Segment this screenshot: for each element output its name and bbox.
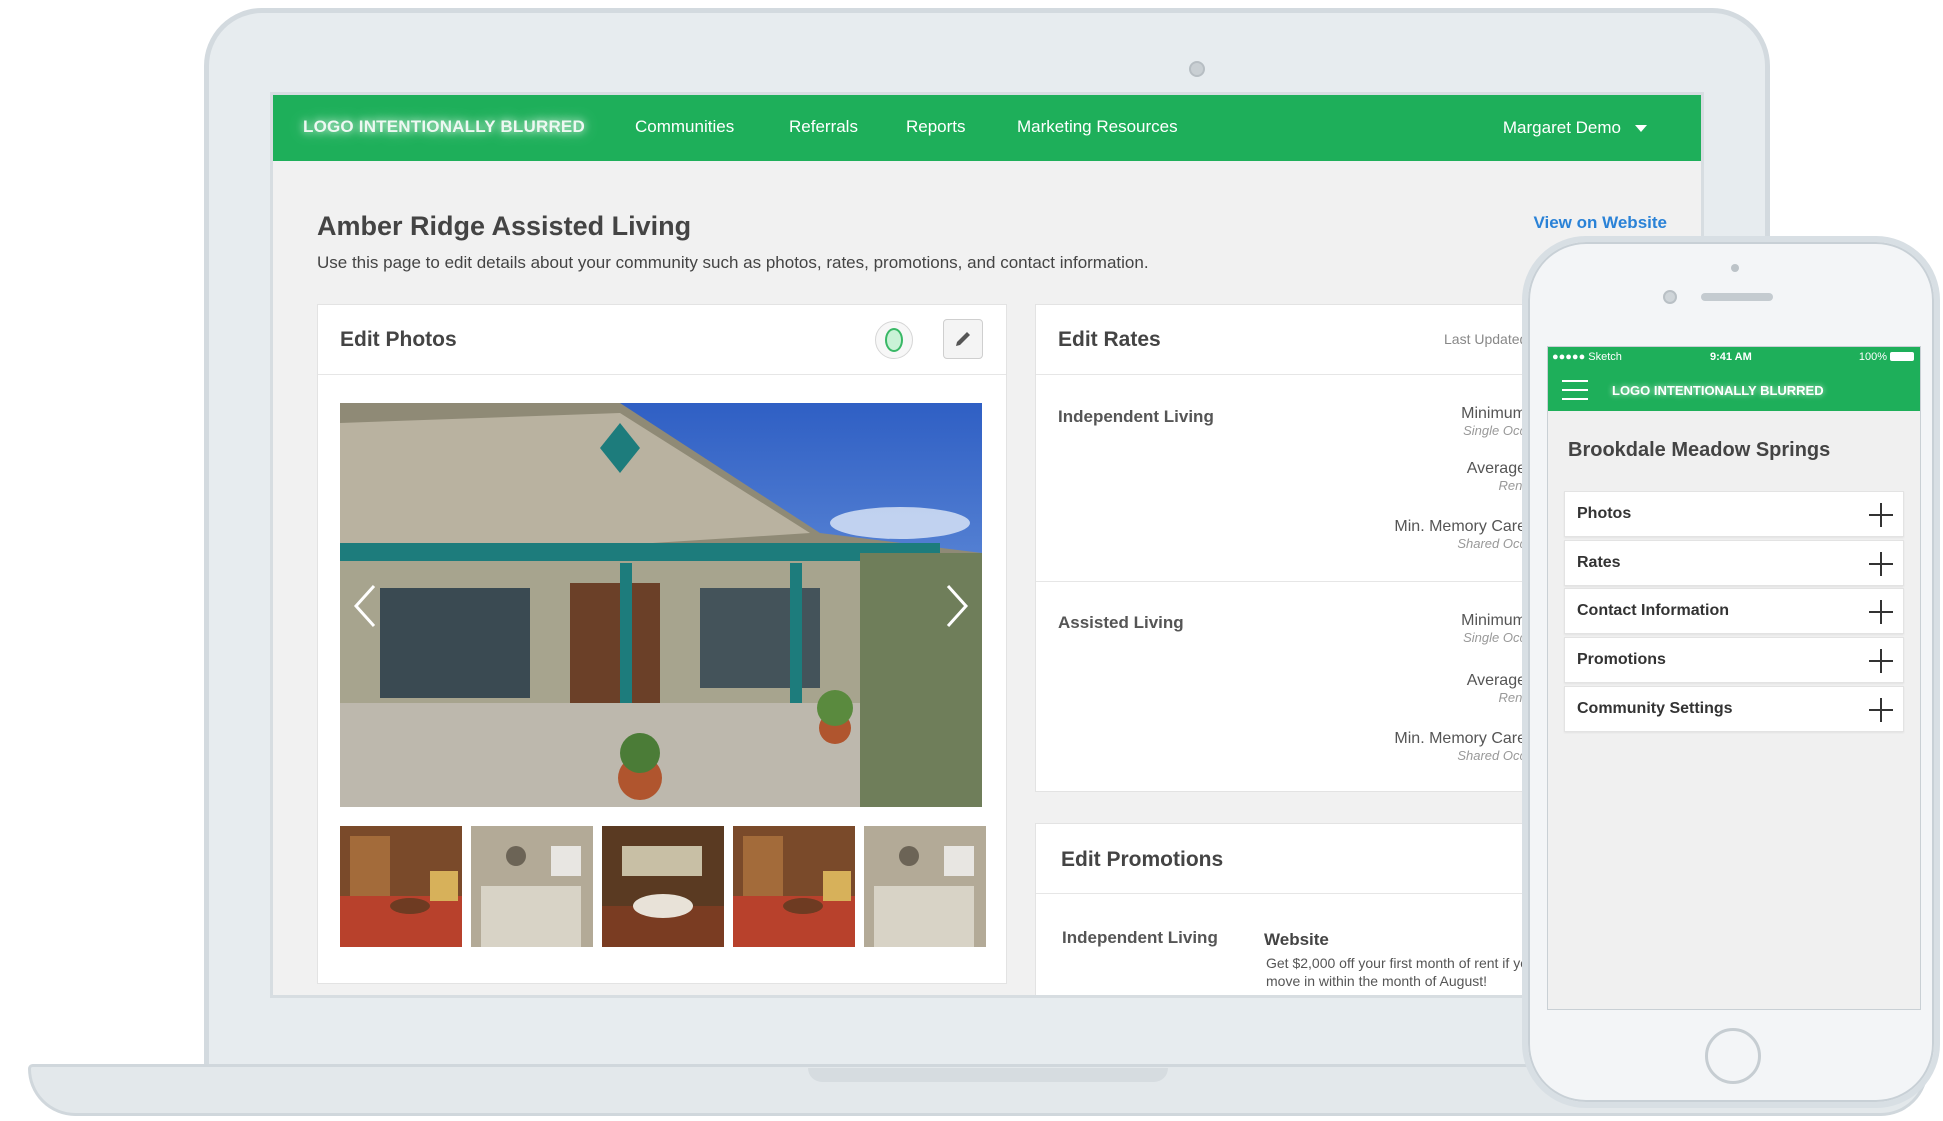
rate-row[interactable]: Min. Memory Care Shared Occ: [1394, 730, 1526, 763]
accordion-promotions[interactable]: Promotions: [1564, 637, 1904, 683]
nav-reports[interactable]: Reports: [906, 117, 966, 137]
battery-label: 100%: [1858, 351, 1887, 363]
nav-marketing-resources[interactable]: Marketing Resources: [1017, 117, 1178, 137]
rate-note: Rent: [1498, 478, 1526, 493]
page-subtitle: Use this page to edit details about your…: [317, 253, 1149, 272]
accordion-contact-information[interactable]: Contact Information: [1564, 588, 1904, 634]
rate-row[interactable]: Minimum Single Occ: [1461, 405, 1526, 438]
rate-row[interactable]: Average Rent: [1467, 460, 1526, 493]
mobile-navbar: LOGO INTENTIONALLY BLURRED: [1548, 369, 1920, 411]
card-title: Edit Photos: [340, 328, 457, 351]
thumbnail[interactable]: [733, 826, 855, 947]
thumbnail[interactable]: [602, 826, 724, 947]
phone-speaker: [1701, 293, 1773, 301]
thumbnail[interactable]: [864, 826, 986, 947]
mobile-page-title: Brookdale Meadow Springs: [1568, 439, 1831, 461]
rate-row[interactable]: Minimum Single Occ: [1461, 612, 1526, 645]
laptop-camera: [1189, 61, 1205, 77]
card-title: Edit Promotions: [1061, 848, 1224, 871]
phone-camera: [1663, 290, 1677, 304]
promo-section-label: Independent Living: [1062, 928, 1218, 947]
edit-button[interactable]: [943, 319, 983, 359]
promo-source: Website: [1264, 930, 1329, 949]
accordion-label: Contact Information: [1577, 602, 1729, 619]
accordion-label: Community Settings: [1577, 700, 1733, 717]
phone-sensor: [1731, 264, 1739, 272]
plus-icon: [1869, 503, 1893, 527]
rate-row[interactable]: Average Rent: [1467, 672, 1526, 705]
accordion-photos[interactable]: Photos: [1564, 491, 1904, 537]
accordion-label: Rates: [1577, 554, 1621, 571]
rate-name: Average: [1466, 460, 1526, 477]
top-navigation: LOGO INTENTIONALLY BLURRED Communities R…: [273, 95, 1701, 161]
rate-name: Min. Memory Care: [1394, 518, 1526, 535]
main-photo: [340, 403, 982, 807]
accordion-rates[interactable]: Rates: [1564, 540, 1904, 586]
thumbnail[interactable]: [340, 826, 462, 947]
nav-referrals[interactable]: Referrals: [789, 117, 858, 137]
rate-note: Single Occ: [1463, 423, 1526, 438]
user-menu[interactable]: Margaret Demo: [1503, 118, 1647, 138]
rate-section-label: Independent Living: [1058, 407, 1214, 426]
rate-name: Min. Memory Care: [1394, 730, 1526, 747]
battery-icon: [1890, 352, 1914, 361]
time-label: 9:41 AM: [1710, 351, 1752, 363]
card-title: Edit Rates: [1058, 328, 1161, 351]
rate-section-label: Assisted Living: [1058, 613, 1184, 632]
tips-button[interactable]: [875, 321, 913, 359]
rate-note: Shared Occ: [1457, 748, 1526, 763]
rate-row[interactable]: Min. Memory Care Shared Occ: [1394, 518, 1526, 551]
nav-communities[interactable]: Communities: [635, 117, 734, 137]
edit-photos-card: Edit Photos: [317, 304, 1007, 984]
lightbulb-icon: [885, 328, 903, 352]
battery-status: 100%: [1859, 351, 1914, 363]
caret-down-icon: [1635, 124, 1647, 132]
thumbnail[interactable]: [471, 826, 593, 947]
plus-icon: [1869, 552, 1893, 576]
status-bar: ●●●●● Sketch 9:41 AM 100%: [1548, 347, 1920, 369]
mobile-logo[interactable]: LOGO INTENTIONALLY BLURRED: [1612, 383, 1824, 398]
mobile-screen: ●●●●● Sketch 9:41 AM 100% LOGO INTENTION…: [1547, 346, 1921, 1010]
rate-name: Average: [1466, 672, 1526, 689]
plus-icon: [1869, 698, 1893, 722]
rate-note: Shared Occ: [1457, 536, 1526, 551]
laptop-notch: [808, 1068, 1168, 1082]
logo[interactable]: LOGO INTENTIONALLY BLURRED: [303, 117, 585, 137]
rate-note: Single Occ: [1463, 630, 1526, 645]
rate-note: Rent: [1498, 690, 1526, 705]
rate-name: Minimum: [1461, 612, 1526, 629]
next-arrow-icon[interactable]: [942, 583, 972, 629]
photo-thumbnails: [340, 826, 986, 947]
hamburger-menu-icon[interactable]: [1562, 380, 1588, 400]
phone-frame: ●●●●● Sketch 9:41 AM 100% LOGO INTENTION…: [1522, 236, 1940, 1108]
rate-name: Minimum: [1461, 405, 1526, 422]
last-updated-label: Last Updated: [1444, 331, 1528, 347]
promo-text[interactable]: Get $2,000 off your first month of rent …: [1266, 954, 1566, 990]
page-title: Amber Ridge Assisted Living: [317, 211, 692, 241]
plus-icon: [1869, 600, 1893, 624]
view-on-website-link[interactable]: View on Website: [1533, 213, 1667, 233]
plus-icon: [1869, 649, 1893, 673]
previous-arrow-icon[interactable]: [350, 583, 380, 629]
card-header: Edit Photos: [318, 305, 1006, 375]
user-name: Margaret Demo: [1502, 118, 1621, 137]
accordion-community-settings[interactable]: Community Settings: [1564, 686, 1904, 732]
pencil-icon: [956, 332, 970, 346]
desktop-screen: LOGO INTENTIONALLY BLURRED Communities R…: [270, 92, 1704, 998]
accordion-label: Photos: [1577, 505, 1632, 522]
accordion-label: Promotions: [1577, 651, 1666, 668]
carrier-label: ●●●●● Sketch: [1552, 351, 1622, 363]
home-button[interactable]: [1705, 1028, 1761, 1084]
